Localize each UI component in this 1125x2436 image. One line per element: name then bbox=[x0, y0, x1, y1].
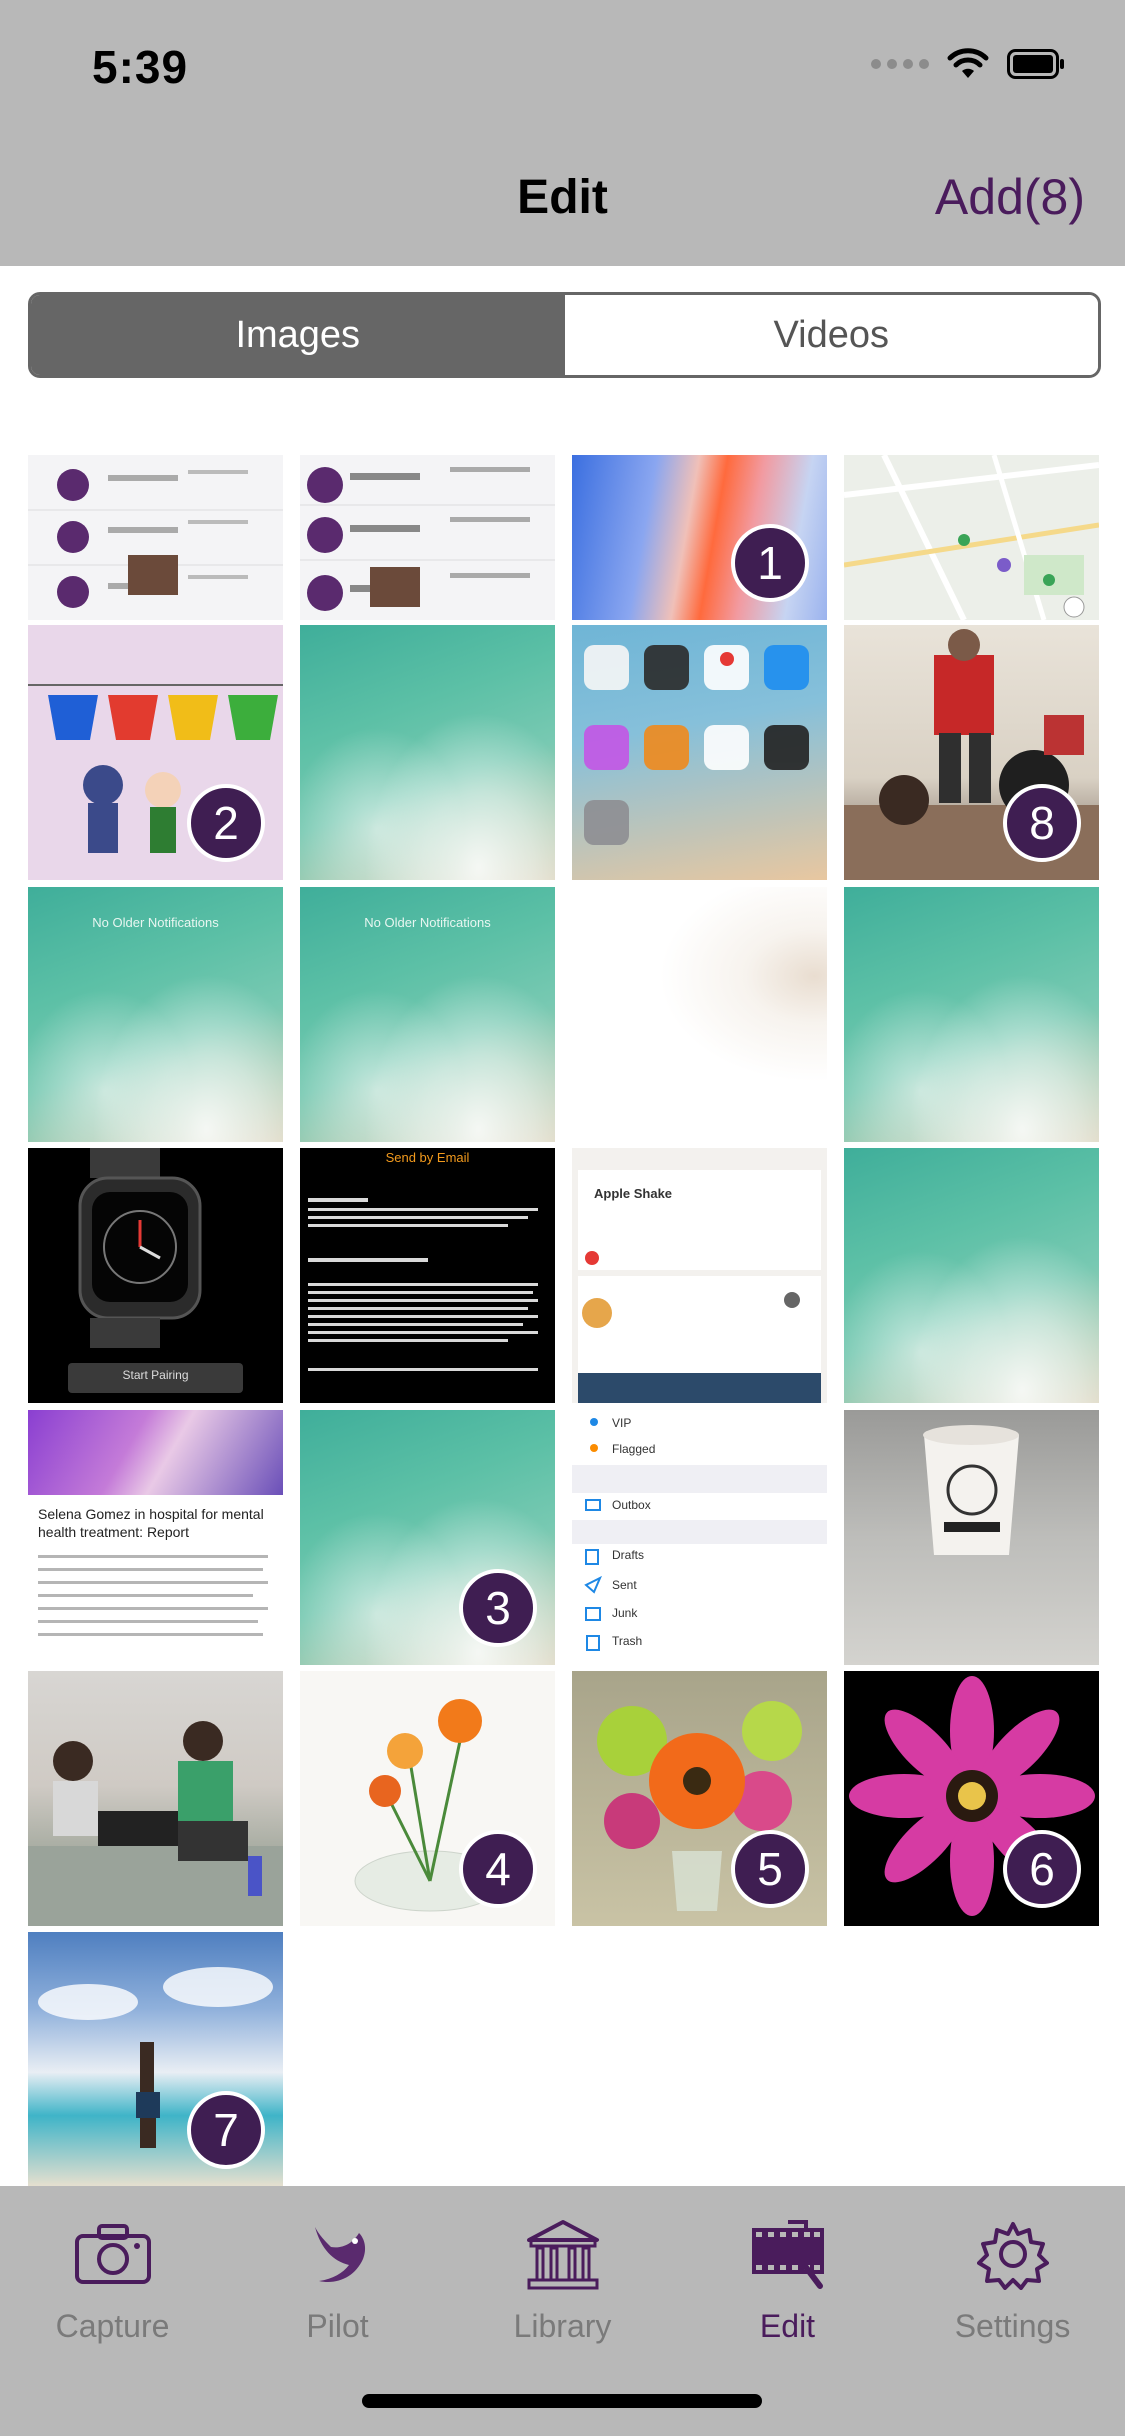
nav-bar: Edit Add(8) bbox=[0, 132, 1125, 266]
thumbnail[interactable] bbox=[844, 887, 1099, 1142]
gear-icon bbox=[965, 2206, 1061, 2302]
thumbnail-caption: No Older Notifications bbox=[92, 915, 219, 930]
tab-library[interactable]: Library bbox=[450, 2206, 675, 2366]
tab-label: Capture bbox=[55, 2308, 170, 2344]
wifi-icon bbox=[947, 48, 989, 78]
thumbnail[interactable]: 7 bbox=[28, 1932, 283, 2187]
thumbnail[interactable]: 4 bbox=[300, 1671, 555, 1926]
images-segment[interactable]: Images bbox=[31, 295, 565, 375]
thumbnail[interactable] bbox=[844, 1148, 1099, 1403]
thumbnail[interactable]: 6 bbox=[844, 1671, 1099, 1926]
thumbnail[interactable] bbox=[572, 625, 827, 880]
selection-badge: 1 bbox=[731, 524, 809, 602]
thumbnail[interactable] bbox=[572, 887, 827, 1142]
thumbnail[interactable]: 3 bbox=[300, 1410, 555, 1665]
videos-segment[interactable]: Videos bbox=[564, 295, 1098, 375]
tab-label: Settings bbox=[954, 2308, 1071, 2344]
thumbnail-caption: Selena Gomez in hospital for mental heal… bbox=[38, 1506, 264, 1540]
status-bar: 5:39 bbox=[0, 0, 1125, 132]
tab-label: Pilot bbox=[306, 2308, 369, 2344]
tab-pilot[interactable]: Pilot bbox=[225, 2206, 450, 2366]
camera-icon bbox=[65, 2206, 161, 2302]
thumbnail[interactable] bbox=[28, 1671, 283, 1926]
battery-icon bbox=[1007, 49, 1064, 79]
selection-badge: 6 bbox=[1003, 1830, 1081, 1908]
tab-settings[interactable]: Settings bbox=[900, 2206, 1125, 2366]
thumbnail[interactable] bbox=[28, 455, 283, 620]
selection-badge: 8 bbox=[1003, 784, 1081, 862]
selection-badge: 4 bbox=[459, 1830, 537, 1908]
tab-label: Library bbox=[513, 2308, 612, 2344]
selection-badge: 7 bbox=[187, 2091, 265, 2169]
thumbnail-caption: Start Pairing bbox=[122, 1368, 189, 1382]
thumbnail[interactable] bbox=[300, 455, 555, 620]
thumbnail[interactable]: 2 bbox=[28, 625, 283, 880]
add-button[interactable]: Add(8) bbox=[935, 168, 1085, 226]
status-icons bbox=[871, 48, 1065, 80]
media-type-segmented-control: Images Videos bbox=[28, 292, 1101, 378]
thumbnail[interactable]: VIP Flagged Outbox Drafts Sent Junk Tras… bbox=[572, 1410, 827, 1665]
signal-icon bbox=[871, 59, 929, 69]
thumbnail[interactable]: No Older Notifications bbox=[28, 887, 283, 1142]
selection-badge: 5 bbox=[731, 1830, 809, 1908]
film-edit-icon bbox=[740, 2206, 836, 2302]
selection-badge: 3 bbox=[459, 1569, 537, 1647]
status-time: 5:39 bbox=[92, 41, 189, 93]
bird-icon bbox=[290, 2206, 386, 2302]
thumbnail[interactable]: Apple Shake bbox=[572, 1148, 827, 1403]
thumbnail[interactable] bbox=[300, 625, 555, 880]
thumbnail[interactable]: Start Pairing bbox=[28, 1148, 283, 1403]
thumbnail[interactable]: Send by Email bbox=[300, 1148, 555, 1403]
thumbnail[interactable] bbox=[844, 1410, 1099, 1665]
selection-badge: 2 bbox=[187, 784, 265, 862]
thumbnail-caption: Apple Shake bbox=[594, 1186, 673, 1201]
tab-capture[interactable]: Capture bbox=[0, 2206, 225, 2366]
thumbnail[interactable]: 8 bbox=[844, 625, 1099, 880]
tab-label: Edit bbox=[759, 2308, 816, 2344]
home-indicator[interactable] bbox=[362, 2394, 762, 2408]
thumbnail[interactable] bbox=[844, 455, 1099, 620]
thumbnail-caption: No Older Notifications bbox=[364, 915, 491, 930]
thumbnail[interactable]: Selena Gomez in hospital for mental heal… bbox=[28, 1410, 283, 1665]
thumbnail[interactable]: No Older Notifications bbox=[300, 887, 555, 1142]
tab-edit[interactable]: Edit bbox=[675, 2206, 900, 2366]
thumbnail[interactable]: 1 bbox=[572, 455, 827, 620]
thumbnail[interactable]: 5 bbox=[572, 1671, 827, 1926]
library-icon bbox=[515, 2206, 611, 2302]
